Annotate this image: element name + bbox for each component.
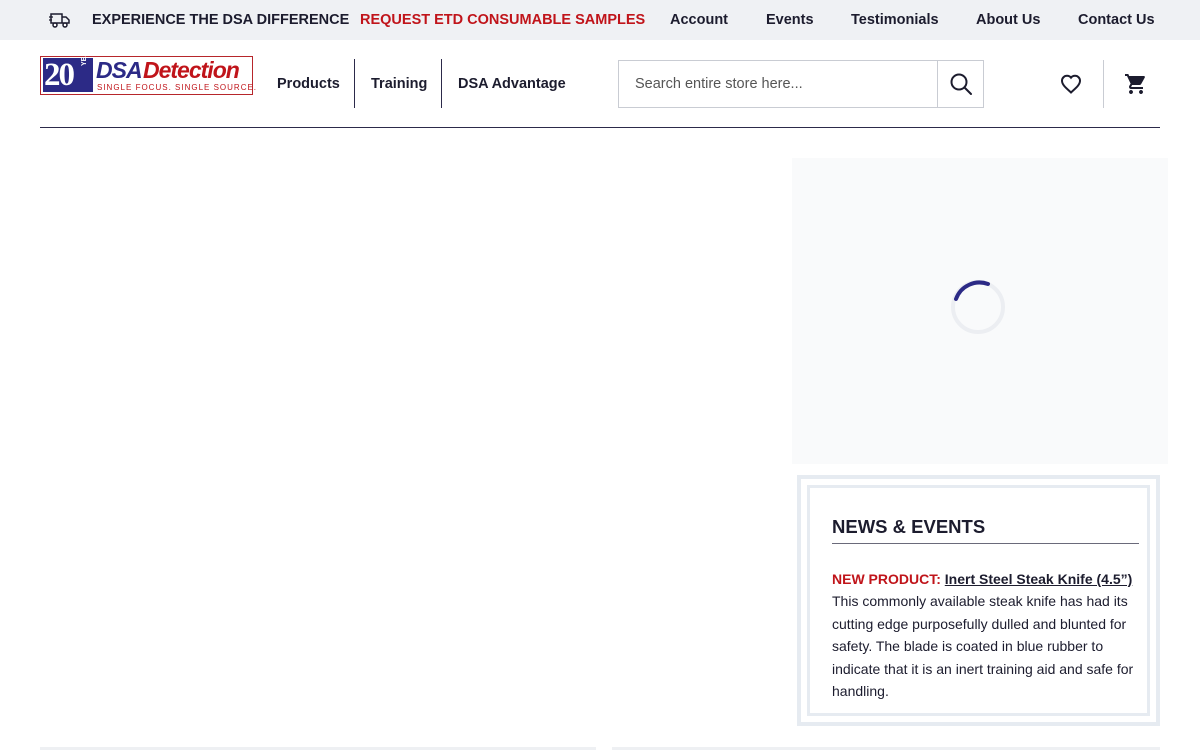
header-divider xyxy=(1103,60,1104,108)
nav-dsa-advantage[interactable]: DSA Advantage xyxy=(458,76,566,92)
about-us-link[interactable]: About Us xyxy=(976,12,1040,28)
logo-brand-detection: Detection xyxy=(143,57,240,83)
logo-brand-dsa: DSA xyxy=(96,57,143,83)
search-icon xyxy=(950,73,972,95)
heart-icon[interactable] xyxy=(1059,72,1083,96)
search-box xyxy=(618,60,984,108)
testimonials-link[interactable]: Testimonials xyxy=(851,12,939,28)
search-input[interactable] xyxy=(619,61,937,107)
news-tag: NEW PRODUCT: xyxy=(832,571,941,587)
loading-spinner-icon xyxy=(951,280,1005,334)
nav-training[interactable]: Training xyxy=(371,76,427,92)
news-divider xyxy=(832,543,1139,544)
search-button[interactable] xyxy=(937,61,983,107)
events-link[interactable]: Events xyxy=(766,12,814,28)
news-description: This commonly available steak knife has … xyxy=(832,593,1134,700)
news-product-link[interactable]: Inert Steel Steak Knife (4.5”) xyxy=(945,571,1133,587)
logo[interactable]: 20 YEARS DSA Detection SINGLE FOCUS. SIN… xyxy=(40,42,256,95)
logo-years: YEARS xyxy=(81,41,88,66)
nav-divider xyxy=(441,59,442,108)
news-item: NEW PRODUCT: Inert Steel Steak Knife (4.… xyxy=(832,568,1144,702)
truck-icon xyxy=(49,13,70,28)
nav-divider xyxy=(354,59,355,108)
account-link[interactable]: Account xyxy=(670,12,728,28)
logo-tagline: SINGLE FOCUS. SINGLE SOURCE. xyxy=(97,83,258,92)
news-events-title: NEWS & EVENTS xyxy=(832,516,986,537)
news-events-panel: NEWS & EVENTS NEW PRODUCT: Inert Steel S… xyxy=(797,475,1160,726)
request-samples-link[interactable]: REQUEST ETD CONSUMABLE SAMPLES xyxy=(360,12,645,28)
header-divider-line xyxy=(40,127,1160,128)
top-bar: EXPERIENCE THE DSA DIFFERENCE REQUEST ET… xyxy=(0,0,1200,40)
cart-icon[interactable] xyxy=(1124,72,1148,96)
experience-link[interactable]: EXPERIENCE THE DSA DIFFERENCE xyxy=(92,12,349,28)
news-events-inner: NEWS & EVENTS NEW PRODUCT: Inert Steel S… xyxy=(807,485,1150,716)
nav-products[interactable]: Products xyxy=(277,76,340,92)
contact-us-link[interactable]: Contact Us xyxy=(1078,12,1155,28)
